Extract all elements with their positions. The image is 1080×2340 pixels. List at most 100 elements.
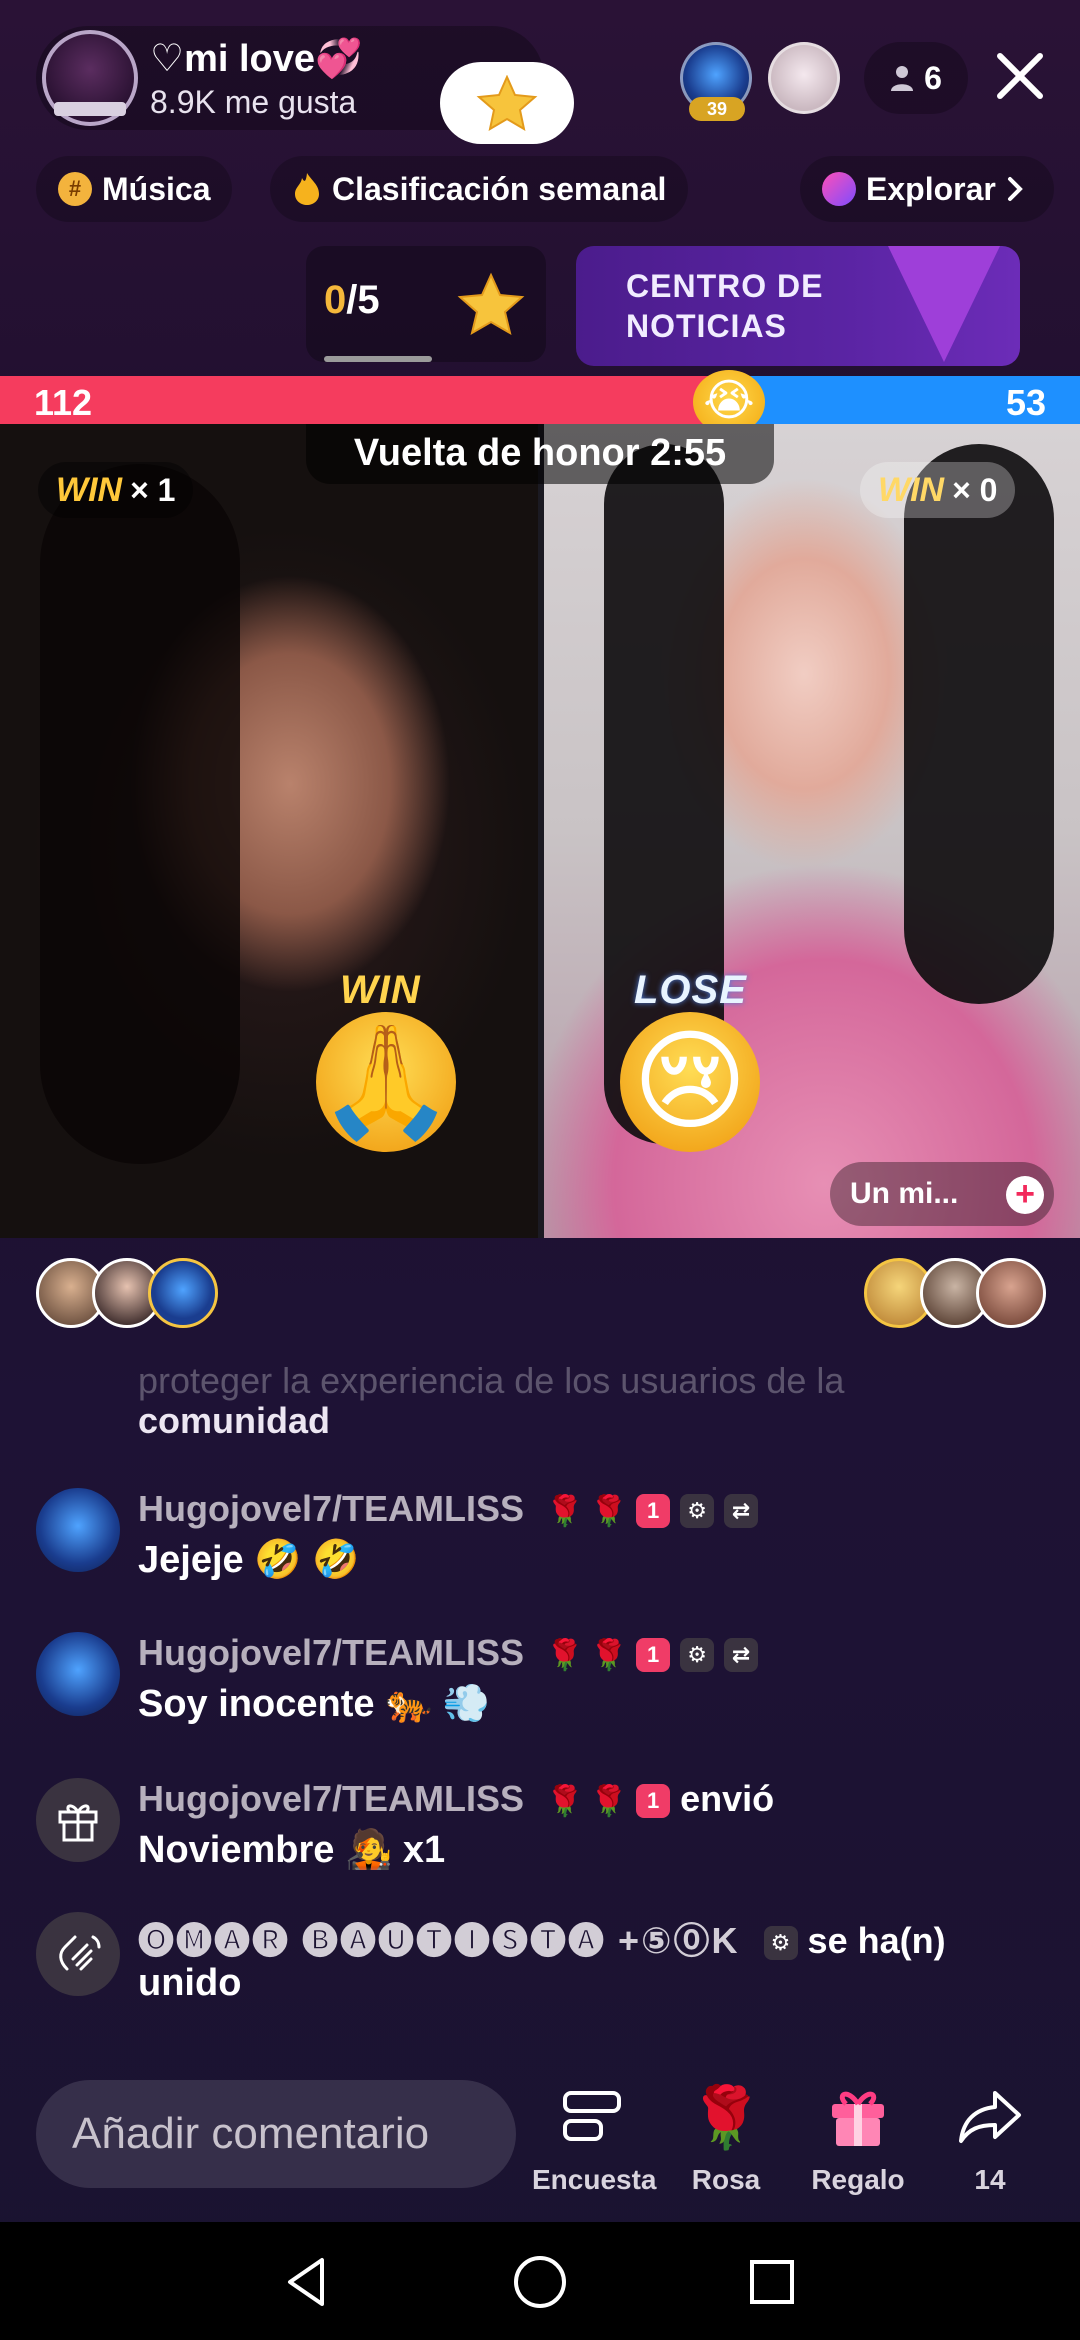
gift-text: Noviembre 🧑‍🎤 x1 xyxy=(138,1829,446,1871)
chat-username-text: Hugojovel7/TEAMLISS xyxy=(138,1488,525,1529)
gift-icon xyxy=(58,1804,98,1842)
rose-badge-icon: 🌹 xyxy=(546,1638,584,1672)
follow-star-button[interactable] xyxy=(440,62,574,144)
hashtag-icon: # xyxy=(58,172,92,206)
chip-explore[interactable]: Explorar xyxy=(800,156,1054,222)
chat-username: Hugojovel7/TEAMLISS 🌹 🌹 1 ⚙ ⇄ xyxy=(138,1488,759,1530)
video-right-opponent[interactable] xyxy=(544,424,1080,1238)
battle-score-bar: 112 53 😭 xyxy=(0,370,1080,434)
share-count: 14 xyxy=(974,2164,1006,2195)
gift-box-icon xyxy=(832,2091,884,2146)
chip-weekly-ranking[interactable]: Clasificación semanal xyxy=(270,156,689,222)
pleading-face-icon: 🙏 xyxy=(316,1012,456,1152)
planet-icon xyxy=(822,172,856,206)
chat-continued-line: comunidad xyxy=(138,1400,331,1441)
live-header: ♡mi love💞 8.9K me gusta 39 6 xyxy=(0,0,1080,160)
add-guest-icon[interactable]: + xyxy=(1006,1176,1044,1214)
chat-username: Hugojovel7/TEAMLISS 🌹 🌹 1 ⚙ ⇄ xyxy=(138,1632,759,1674)
chip-music-label: Música xyxy=(102,170,211,207)
nav-home-button[interactable] xyxy=(508,2250,572,2314)
top-supporters-right xyxy=(864,1258,1046,1330)
waving-hand-icon xyxy=(59,1935,101,1971)
gift-button[interactable]: Regalo xyxy=(798,2080,918,2196)
honor-lap-timer: Vuelta de honor 2:55 xyxy=(306,424,774,484)
join-event-avatar xyxy=(36,1912,120,1996)
win-word-right: WIN xyxy=(878,470,945,509)
host-avatar[interactable] xyxy=(42,30,138,126)
party-cone-icon xyxy=(888,246,1000,362)
viewer-avatar[interactable] xyxy=(768,42,840,114)
rose-badge-icon: 🌹 xyxy=(590,1494,628,1528)
level-badge-icon: 1 xyxy=(636,1638,671,1673)
poll-label: Encuesta xyxy=(532,2164,657,2195)
chat-username-text: 🅞🅜🅐🅡 🅑🅐🅤🅣🅘🅢🅣🅐 +⑤⓪K xyxy=(138,1920,740,1961)
share-button[interactable]: 14 xyxy=(930,2080,1050,2196)
fan-club-icon: ⚙ xyxy=(763,1926,798,1961)
battle-bar-left xyxy=(0,376,733,424)
chat-text: Jejeje 🤣 🤣 xyxy=(138,1539,360,1581)
rose-badge-icon: 🌹 xyxy=(546,1494,584,1528)
goal-progress-indicator xyxy=(324,356,432,362)
score-right: 53 xyxy=(1005,382,1046,423)
rose-button[interactable]: 🌹 Rosa xyxy=(666,2080,786,2196)
goal-total: /5 xyxy=(346,278,380,322)
top-viewer-avatar[interactable]: 39 xyxy=(680,42,752,121)
news-center-title: CENTRO DE NOTICIAS xyxy=(626,268,824,344)
goal-done: 0 xyxy=(324,278,347,322)
chip-music[interactable]: # Música xyxy=(36,156,233,222)
host-likes: 8.9K me gusta xyxy=(150,84,357,120)
level-badge-icon: 1 xyxy=(636,1784,671,1819)
chat-avatar[interactable] xyxy=(36,1632,120,1716)
rose-badge-icon: 🌹 xyxy=(546,1784,584,1818)
chip-weekly-label: Clasificación semanal xyxy=(332,170,667,207)
goal-tracker[interactable]: 0/5 xyxy=(306,246,546,362)
chat-username: Hugojovel7/TEAMLISS 🌹 🌹 1 envió xyxy=(138,1778,774,1820)
share-arrow-icon xyxy=(959,2091,1021,2143)
top-supporters-left xyxy=(36,1258,218,1330)
score-left: 112 xyxy=(34,382,93,423)
video-right-figure-2 xyxy=(904,444,1054,1004)
video-left-host[interactable] xyxy=(0,424,538,1238)
guest-name: Un mi... xyxy=(850,1177,959,1210)
chat-avatar[interactable] xyxy=(36,1488,120,1572)
gift-event-avatar xyxy=(36,1778,120,1862)
subscriber-icon: ⇄ xyxy=(724,1638,759,1673)
gift-label: Regalo xyxy=(811,2164,905,2195)
news-center-banner[interactable]: CENTRO DE NOTICIAS xyxy=(576,246,1020,366)
star-icon xyxy=(476,75,538,131)
person-icon xyxy=(891,66,914,91)
supporter-avatar[interactable] xyxy=(976,1258,1046,1328)
guest-pill[interactable]: Un mi... + xyxy=(830,1162,1054,1226)
chip-explore-label: Explorar xyxy=(866,170,996,207)
win-word-left: WIN xyxy=(56,470,123,509)
join-text: unido xyxy=(138,1962,242,2004)
close-icon xyxy=(997,53,1043,99)
rose-badge-icon: 🌹 xyxy=(590,1638,628,1672)
goal-count: 0/5 xyxy=(324,278,380,323)
nav-recents-button[interactable] xyxy=(740,2250,804,2314)
home-circle-icon xyxy=(514,2256,566,2308)
crying-face-icon-large: 😢 xyxy=(620,1012,760,1152)
fan-club-icon: ⚙ xyxy=(680,1638,715,1673)
nav-back-button[interactable] xyxy=(276,2250,340,2314)
video-left-figure xyxy=(40,464,240,1164)
host-name: ♡mi love💞 xyxy=(150,38,363,80)
chat-text: Soy inocente 🐅 💨 xyxy=(138,1683,491,1725)
chat-username-text: Hugojovel7/TEAMLISS xyxy=(138,1778,525,1819)
win-count-left: WIN × 1 xyxy=(38,462,194,518)
back-triangle-icon xyxy=(288,2258,324,2306)
comment-input[interactable]: Añadir comentario xyxy=(36,2080,516,2188)
laurel-badge-icon xyxy=(54,102,126,116)
chat-faded-line: proteger la experiencia de los usuarios … xyxy=(138,1360,845,1401)
win-times-left: × 1 xyxy=(130,471,176,508)
host-info[interactable]: ♡mi love💞 8.9K me gusta xyxy=(36,26,574,144)
result-label-lose: LOSE xyxy=(634,968,747,1012)
flame-icon xyxy=(295,173,319,205)
close-button[interactable] xyxy=(988,44,1052,108)
viewer-count-button[interactable]: 6 xyxy=(864,42,968,114)
supporter-avatar-mvp[interactable] xyxy=(148,1258,218,1328)
poll-icon xyxy=(563,2091,621,2141)
level-badge-icon: 1 xyxy=(636,1494,671,1529)
system-navigation-bar xyxy=(0,2222,1080,2340)
poll-button[interactable]: Encuesta xyxy=(532,2080,657,2196)
